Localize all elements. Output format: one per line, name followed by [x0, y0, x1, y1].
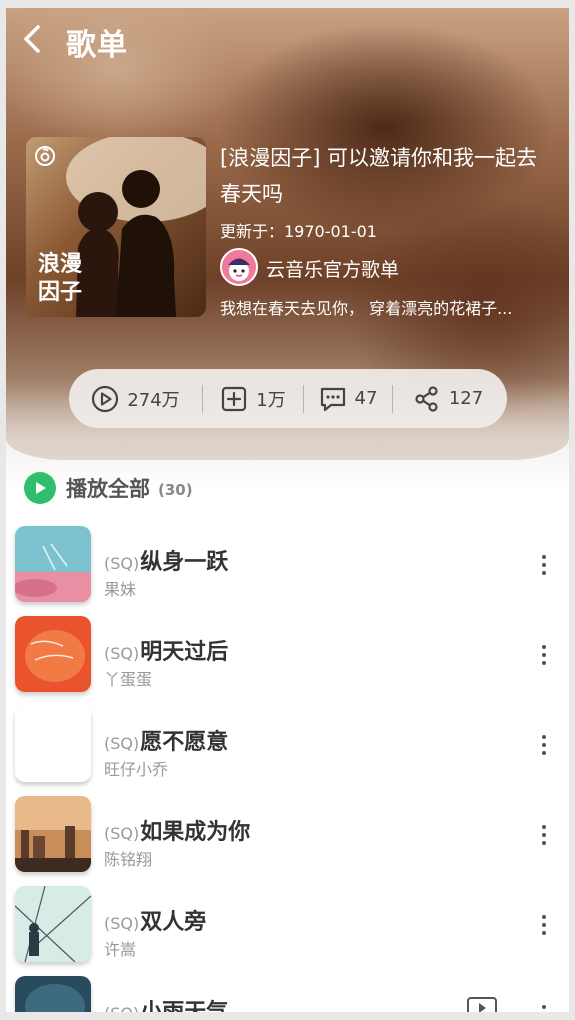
- cover-label: 浪漫 因子: [38, 251, 82, 307]
- cover-label-line-2: 因子: [38, 280, 83, 305]
- more-options-icon[interactable]: [532, 640, 556, 670]
- song-title-text: 明天过后: [140, 640, 229, 665]
- song-row[interactable]: (SQ)双人旁 许嵩: [6, 880, 569, 970]
- play-count-button[interactable]: 274万: [69, 369, 202, 428]
- song-title: (SQ)纵身一跃: [104, 544, 228, 576]
- share-icon: [415, 385, 438, 412]
- song-cover: [15, 616, 91, 692]
- app-frame: 歌单 浪漫 因子 [浪漫因子] 可以邀请你和我一起去春天吗 更新于：1970-0…: [6, 8, 569, 1012]
- netease-logo-icon: [35, 146, 55, 166]
- play-all-label: 播放全部: [66, 477, 150, 501]
- song-artist: 陈铭翔: [104, 850, 153, 869]
- add-box-icon: [222, 386, 247, 411]
- song-artist: 许嵩: [104, 940, 137, 959]
- song-title: (SQ)双人旁: [104, 904, 206, 936]
- song-title: (SQ)如果成为你: [104, 814, 250, 846]
- quality-tag: (SQ): [104, 554, 140, 573]
- playlist-description[interactable]: 我想在春天去见你， 穿着漂亮的花裙子...: [220, 295, 550, 319]
- favorite-button[interactable]: 1万: [203, 369, 303, 428]
- share-count: 127: [448, 388, 484, 409]
- song-title: (SQ)明天过后: [104, 634, 228, 666]
- song-row[interactable]: (SQ)明天过后 丫蛋蛋: [6, 610, 569, 700]
- play-circle-icon: [92, 385, 119, 412]
- comment-icon: [320, 387, 345, 411]
- song-artist: 果妹: [104, 580, 137, 599]
- more-options-icon[interactable]: [532, 730, 556, 760]
- quality-tag: (SQ): [104, 644, 140, 663]
- quality-tag: (SQ): [104, 914, 140, 933]
- song-count: (30): [158, 480, 193, 499]
- song-cover: [15, 706, 91, 782]
- stats-bar: 274万 1万 47 127: [69, 369, 507, 428]
- pirate-avatar-icon: [228, 258, 250, 281]
- more-options-icon[interactable]: [532, 910, 556, 940]
- song-title-text: 如果成为你: [140, 820, 251, 845]
- song-row[interactable]: (SQ)愿不愿意 旺仔小乔: [6, 700, 569, 790]
- owner-name[interactable]: 云音乐官方歌单: [266, 255, 399, 282]
- play-all-icon: [24, 472, 56, 504]
- share-button[interactable]: 127: [393, 369, 503, 428]
- page-title: 歌单: [66, 28, 128, 63]
- song-cover: [15, 526, 91, 602]
- play-count: 274万: [127, 389, 180, 411]
- song-row[interactable]: (SQ)纵身一跃 果妹: [6, 520, 569, 610]
- play-all-button[interactable]: 播放全部 (30): [24, 472, 193, 504]
- song-title: (SQ)小雨天气: [104, 994, 228, 1012]
- song-title-text: 小雨天气: [140, 1000, 228, 1012]
- cover-label-line-1: 浪漫: [38, 252, 83, 277]
- song-row[interactable]: (SQ)如果成为你 陈铭翔: [6, 790, 569, 880]
- owner-avatar[interactable]: [220, 248, 258, 286]
- favorite-count: 1万: [256, 389, 286, 411]
- song-cover: [15, 976, 91, 1012]
- playlist-name: [浪漫因子] 可以邀请你和我一起去春天吗: [220, 146, 538, 206]
- song-title-text: 纵身一跃: [140, 550, 229, 575]
- mv-icon[interactable]: [466, 996, 498, 1012]
- quality-tag: (SQ): [104, 734, 140, 753]
- playlist-cover[interactable]: 浪漫 因子: [26, 137, 206, 317]
- song-title: (SQ)愿不愿意: [104, 724, 228, 756]
- song-cover: [15, 886, 91, 962]
- song-cover: [15, 796, 91, 872]
- song-artist: 旺仔小乔: [104, 760, 169, 779]
- more-options-icon[interactable]: [532, 550, 556, 580]
- quality-tag: (SQ): [104, 1004, 139, 1012]
- back-arrow-icon[interactable]: [20, 24, 46, 54]
- more-options-icon[interactable]: [532, 1000, 556, 1012]
- quality-tag: (SQ): [104, 824, 140, 843]
- song-artist: 丫蛋蛋: [104, 670, 153, 689]
- comment-button[interactable]: 47: [304, 369, 392, 428]
- comment-count: 47: [354, 388, 378, 409]
- song-title-text: 双人旁: [140, 910, 207, 935]
- song-title-text: 愿不愿意: [140, 730, 229, 755]
- playlist-updated-date: 更新于：1970-01-01: [220, 222, 377, 241]
- more-options-icon[interactable]: [532, 820, 556, 850]
